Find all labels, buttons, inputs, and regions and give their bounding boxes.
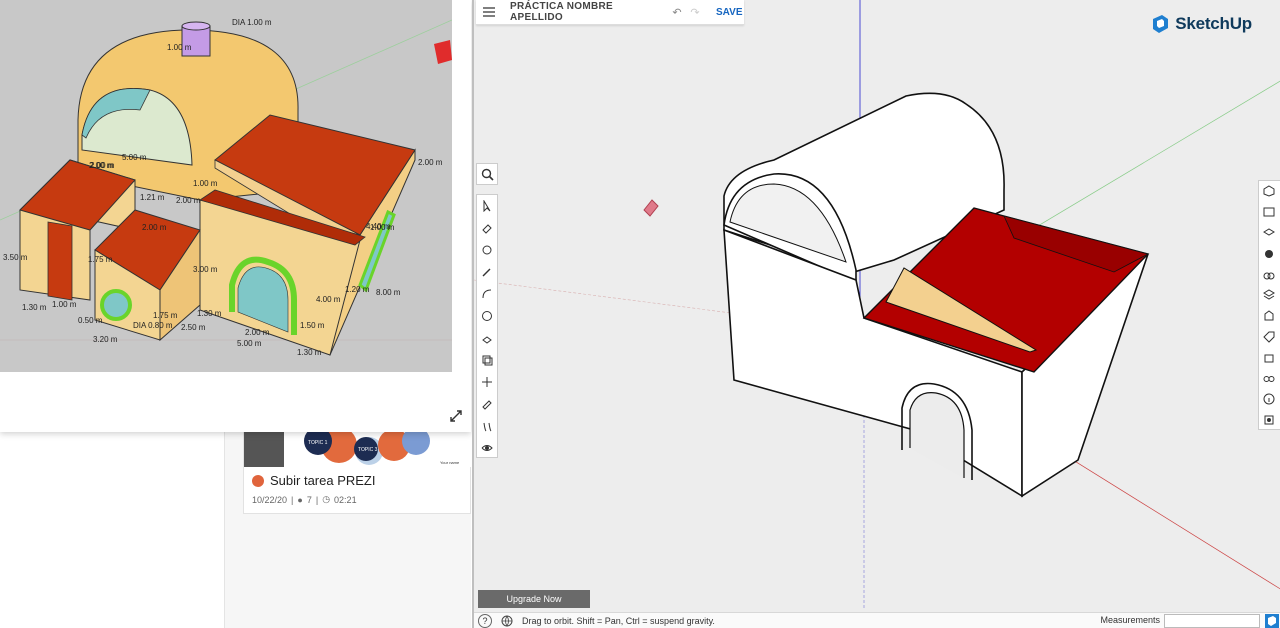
meta-separator: | xyxy=(291,494,294,505)
video-duration: 02:21 xyxy=(334,494,357,505)
materials-icon[interactable] xyxy=(1259,243,1279,264)
eye-icon: ● xyxy=(297,494,303,505)
dim-label: 0.50 m xyxy=(78,316,103,325)
search-icon[interactable] xyxy=(476,163,498,185)
scenes-icon[interactable] xyxy=(1259,306,1279,327)
dim-label: 1.30 m xyxy=(297,348,322,357)
right-toolbar xyxy=(1258,180,1280,430)
video-views: 7 xyxy=(306,494,312,505)
info-icon[interactable] xyxy=(1259,389,1279,410)
image-viewer: DIA 1.00 m 1.00 m 5.00 m 2.00 m 1.00 m 2… xyxy=(0,0,471,432)
dim-label: 1.00 m xyxy=(167,43,192,52)
walk-icon[interactable] xyxy=(477,415,497,437)
dim-label: 5.00 m xyxy=(237,339,262,348)
dim-label: 3.00 m xyxy=(193,265,218,274)
upgrade-now-button[interactable]: Upgrade Now xyxy=(478,590,590,608)
status-bar: ? Drag to orbit. Shift = Pan, Ctrl = sus… xyxy=(474,612,1280,628)
measurements-label: Measurements xyxy=(1100,615,1160,625)
dim-label: DIA 1.00 m xyxy=(232,18,272,27)
entity-info-icon[interactable] xyxy=(1259,181,1279,202)
undo-icon[interactable]: ↶ xyxy=(668,6,686,19)
video-card[interactable]: TOPIC 1 TOPIC 3 Your name Subir tarea PR… xyxy=(243,430,472,514)
layers-icon[interactable] xyxy=(1259,285,1279,306)
dim-label: 2.00 m xyxy=(176,196,201,205)
move-icon[interactable] xyxy=(477,371,497,393)
status-hint: Drag to orbit. Shift = Pan, Ctrl = suspe… xyxy=(522,615,715,626)
dim-label: 3.50 m xyxy=(3,253,28,262)
hamburger-menu-icon[interactable] xyxy=(476,0,502,25)
dim-label: 2.00 m xyxy=(90,161,115,170)
sketchup-logo-icon xyxy=(1153,15,1169,33)
select-icon[interactable] xyxy=(477,195,497,217)
dim-label: 1.00 m xyxy=(52,300,77,309)
left-pane: TOPIC 1 TOPIC 3 Your name Subir tarea PR… xyxy=(0,0,472,628)
orbit-icon[interactable] xyxy=(477,437,497,459)
solar-icon[interactable] xyxy=(1259,410,1279,431)
redo-icon[interactable]: ↷ xyxy=(686,6,704,19)
dim-label: 1.00 m xyxy=(193,179,218,188)
model-title[interactable]: PRÁCTICA NOMBRE APELLIDO xyxy=(510,1,668,23)
video-meta: 10/22/20 | ● 7 | ◷ 02:21 xyxy=(252,494,357,505)
dim-label: 1.50 m xyxy=(300,321,325,330)
video-title[interactable]: Subir tarea PREZI xyxy=(270,473,376,488)
expand-icon[interactable] xyxy=(448,408,464,424)
tags-icon[interactable] xyxy=(1259,327,1279,348)
pencil-icon[interactable] xyxy=(477,261,497,283)
screen: TOPIC 1 TOPIC 3 Your name Subir tarea PR… xyxy=(0,0,1280,628)
dim-label: 1.21 m xyxy=(140,193,165,202)
left-sidebar xyxy=(0,430,225,628)
paint-bucket-icon[interactable] xyxy=(477,239,497,261)
dim-label: 1.20 m xyxy=(345,285,370,294)
eraser-icon[interactable] xyxy=(477,217,497,239)
push-pull-icon[interactable] xyxy=(477,327,497,349)
video-date: 10/22/20 xyxy=(252,494,288,505)
dim-label: 4.40 m xyxy=(366,222,391,231)
dim-label: 1.30 m xyxy=(22,303,47,312)
dim-label: DIA 0.80 m xyxy=(133,321,173,330)
components-icon[interactable] xyxy=(1259,223,1279,244)
model-viewport[interactable] xyxy=(474,0,1280,628)
top-toolbar: PRÁCTICA NOMBRE APELLIDO ↶ ↷ SAVE xyxy=(476,0,744,25)
dim-label: 2.00 m xyxy=(418,158,443,167)
globe-icon[interactable] xyxy=(500,614,514,628)
dim-label: 3.20 m xyxy=(93,335,118,344)
sketchup-app: PRÁCTICA NOMBRE APELLIDO ↶ ↷ SAVE Sketch… xyxy=(472,0,1280,628)
circle-icon[interactable] xyxy=(477,305,497,327)
measurements-input[interactable] xyxy=(1164,614,1260,628)
prezi-icon xyxy=(252,474,264,487)
styles-icon[interactable] xyxy=(1259,264,1279,285)
outliner-icon[interactable] xyxy=(1259,368,1279,389)
tape-measure-icon[interactable] xyxy=(477,393,497,415)
dim-label: 2.00 m xyxy=(142,223,167,232)
reference-drawing: DIA 1.00 m 1.00 m 5.00 m 2.00 m 1.00 m 2… xyxy=(0,0,452,372)
dim-label: 5.00 m xyxy=(122,153,147,162)
clock-icon: ◷ xyxy=(322,494,331,504)
dim-label: 8.00 m xyxy=(376,288,401,297)
thumb-label-1: TOPIC 1 xyxy=(308,440,328,446)
dim-label: 4.00 m xyxy=(316,295,341,304)
offset-icon[interactable] xyxy=(477,349,497,371)
dim-label: 2.50 m xyxy=(181,323,206,332)
dim-label: 1.75 m xyxy=(153,311,178,320)
dim-label: 2.00 m xyxy=(245,328,270,337)
dim-label: 1.30 m xyxy=(197,309,222,318)
dim-label: 1.75 m xyxy=(88,255,113,264)
video-thumbnail[interactable]: TOPIC 1 TOPIC 3 Your name xyxy=(244,431,472,467)
video-title-row[interactable]: Subir tarea PREZI xyxy=(252,473,376,488)
save-button[interactable]: SAVE xyxy=(716,7,743,18)
sketchup-logo-text: SketchUp xyxy=(1175,14,1252,33)
instructor-icon[interactable] xyxy=(1259,202,1279,223)
sketchup-logo: SketchUp xyxy=(1150,14,1252,34)
help-icon[interactable]: ? xyxy=(478,613,492,628)
thumb-label-2: TOPIC 3 xyxy=(358,447,378,453)
thumb-label-3: Your name xyxy=(440,460,460,465)
meta-separator: | xyxy=(315,494,319,505)
sketchup-status-icon xyxy=(1265,614,1279,628)
display-icon[interactable] xyxy=(1259,347,1279,368)
arc-icon[interactable] xyxy=(477,283,497,305)
left-toolbar xyxy=(476,194,498,458)
